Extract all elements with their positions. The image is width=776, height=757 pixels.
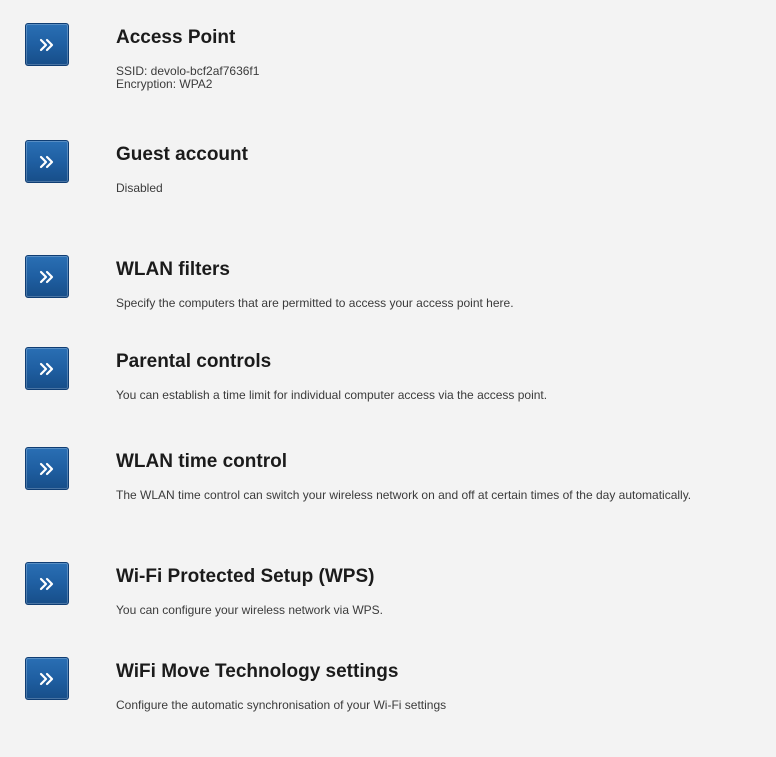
parental-controls-text: You can establish a time limit for indiv… [116,388,548,402]
wifi-move-description: Configure the automatic synchronisation … [116,699,766,712]
access-point-title[interactable]: Access Point [116,27,235,49]
guest-account-description: Disabled [116,182,766,195]
wifi-move-button[interactable] [25,657,69,700]
wps-title[interactable]: Wi-Fi Protected Setup (WPS) [116,566,374,588]
parental-controls-button[interactable] [25,347,69,390]
wps-text: You can configure your wireless network … [116,603,384,617]
wifi-settings-menu: Access Point SSID: devolo-bcf2af7636f1 E… [0,0,776,728]
parental-controls-title[interactable]: Parental controls [116,351,271,373]
double-chevron-right-icon [39,577,54,590]
wifi-move-text: Configure the automatic synchronisation … [116,698,447,712]
wps-description: You can configure your wireless network … [116,604,766,617]
wlan-time-control-title[interactable]: WLAN time control [116,451,287,473]
wlan-time-control-text: The WLAN time control can switch your wi… [116,488,692,502]
menu-item-wifi-move: WiFi Move Technology settings Configure … [0,657,776,757]
guest-account-title[interactable]: Guest account [116,144,248,166]
menu-item-wps: Wi-Fi Protected Setup (WPS) You can conf… [0,562,776,662]
double-chevron-right-icon [39,155,54,168]
access-point-button[interactable] [25,23,69,66]
menu-item-parental-controls: Parental controls You can establish a ti… [0,347,776,447]
guest-account-button[interactable] [25,140,69,183]
double-chevron-right-icon [39,462,54,475]
access-point-description: SSID: devolo-bcf2af7636f1 Encryption: WP… [116,65,766,91]
double-chevron-right-icon [39,672,54,685]
wlan-filters-text: Specify the computers that are permitted… [116,296,514,310]
parental-controls-description: You can establish a time limit for indiv… [116,389,766,402]
menu-item-guest-account: Guest account Disabled [0,140,776,240]
access-point-ssid: SSID: devolo-bcf2af7636f1 [116,64,260,78]
wlan-time-control-button[interactable] [25,447,69,490]
menu-item-wlan-filters: WLAN filters Specify the computers that … [0,255,776,355]
wlan-filters-description: Specify the computers that are permitted… [116,297,766,310]
wlan-filters-button[interactable] [25,255,69,298]
guest-account-status: Disabled [116,181,163,195]
double-chevron-right-icon [39,362,54,375]
double-chevron-right-icon [39,38,54,51]
menu-item-access-point: Access Point SSID: devolo-bcf2af7636f1 E… [0,23,776,123]
wlan-time-control-description: The WLAN time control can switch your wi… [116,489,766,502]
wlan-filters-title[interactable]: WLAN filters [116,259,230,281]
access-point-encryption: Encryption: WPA2 [116,77,213,91]
wps-button[interactable] [25,562,69,605]
menu-item-wlan-time-control: WLAN time control The WLAN time control … [0,447,776,547]
double-chevron-right-icon [39,270,54,283]
wifi-move-title[interactable]: WiFi Move Technology settings [116,661,398,683]
